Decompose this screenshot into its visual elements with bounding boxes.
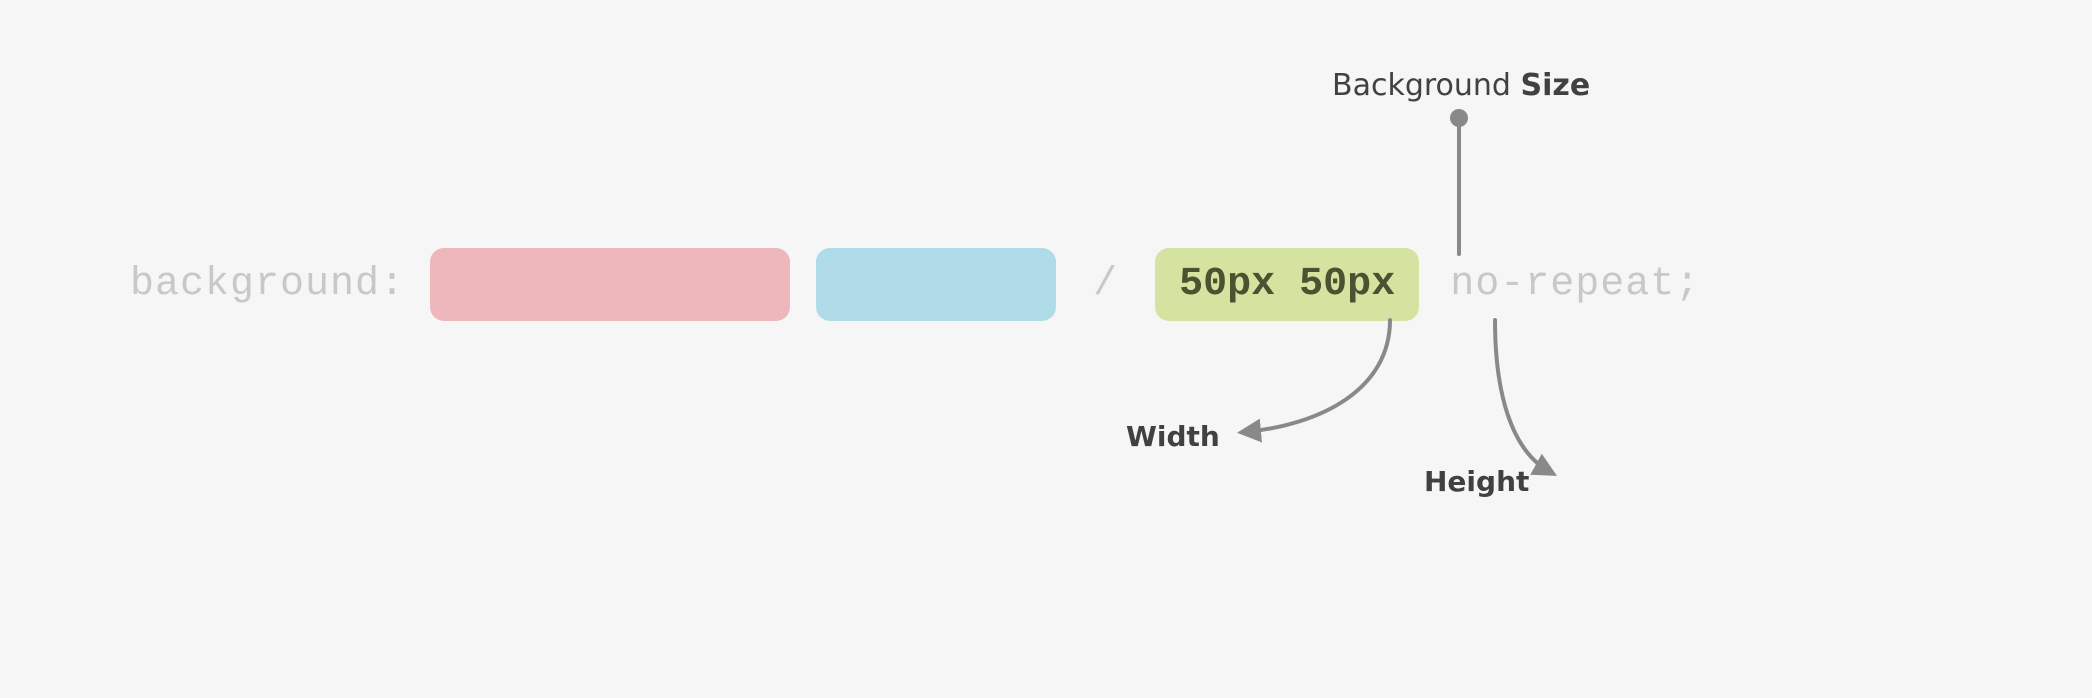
css-repeat: no-repeat;: [1425, 262, 1700, 307]
token-url: url(cool.jpg): [430, 248, 790, 321]
css-slash: /: [1068, 262, 1143, 307]
connector-width: [1230, 320, 1410, 440]
annotation-width: Width: [1126, 420, 1220, 453]
annotation-background-size: Background Size: [1332, 68, 1590, 103]
token-position: top left: [816, 248, 1056, 321]
connector-height: [1440, 320, 1580, 480]
token-size: 50px 50px: [1155, 248, 1419, 321]
css-short-hand-line: background: url(cool.jpg) top left / 50p…: [130, 248, 1700, 321]
annotation-bold: Size: [1521, 68, 1591, 103]
connector-top: [1449, 108, 1469, 254]
annotation-prefix: Background: [1332, 68, 1521, 103]
css-property: background:: [130, 262, 430, 307]
